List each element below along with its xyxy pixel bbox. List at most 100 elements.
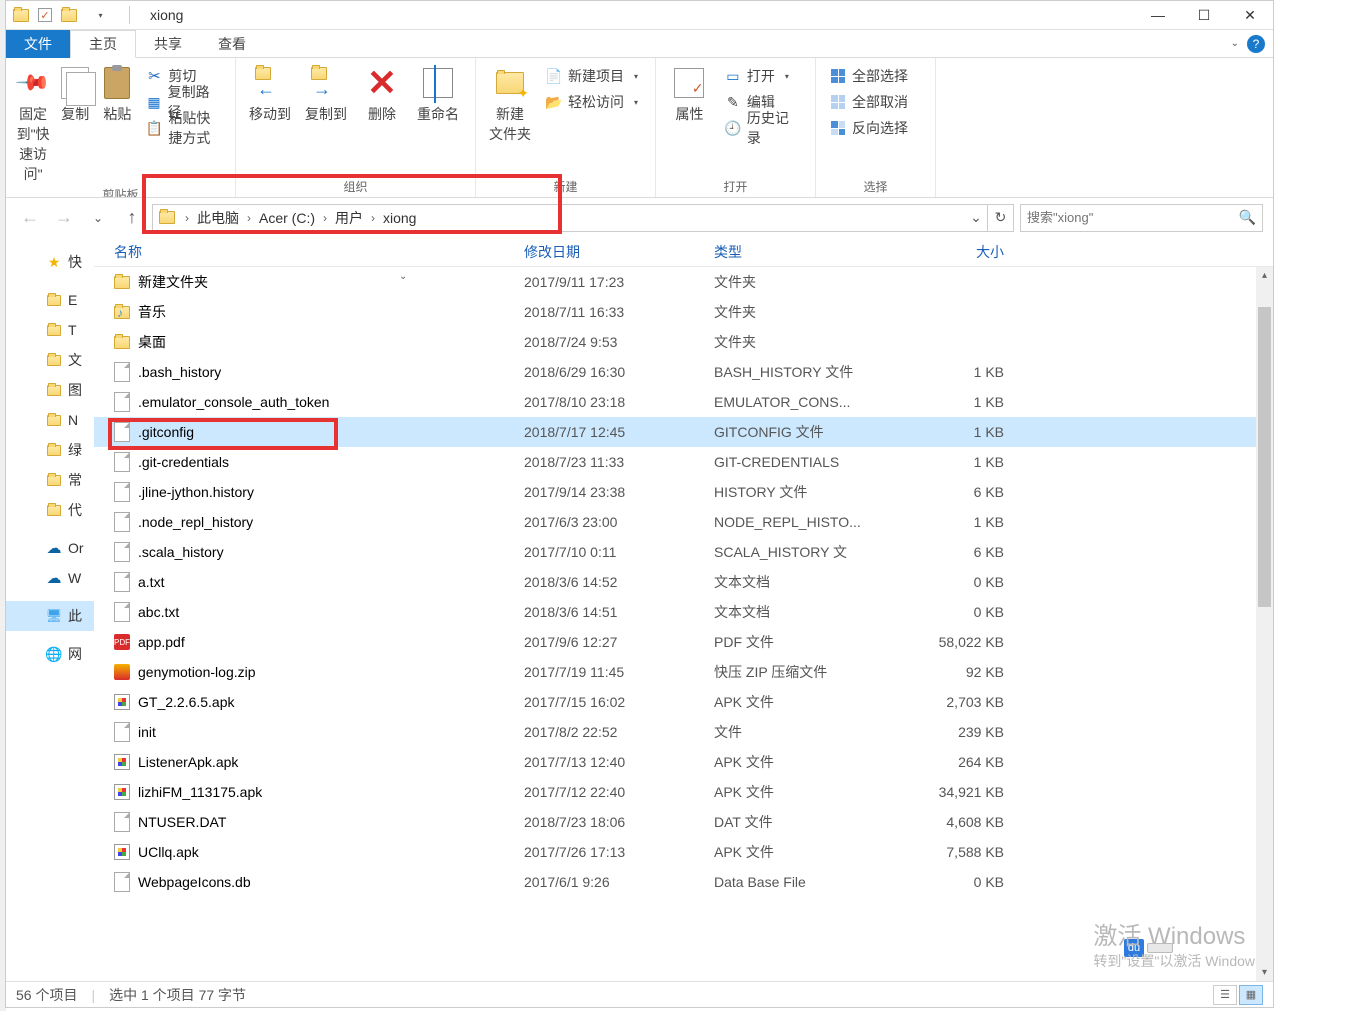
- file-row[interactable]: .git-credentials2018/7/23 11:33GIT-CREDE…: [94, 447, 1273, 477]
- newitem-button[interactable]: 📄新建项目▾: [540, 64, 644, 88]
- search-input[interactable]: [1027, 210, 1239, 225]
- file-row[interactable]: ♪音乐2018/7/11 16:33文件夹: [94, 297, 1273, 327]
- col-type[interactable]: 类型: [714, 242, 904, 262]
- file-row[interactable]: 桌面2018/7/24 9:53文件夹: [94, 327, 1273, 357]
- search-box[interactable]: 🔍: [1020, 204, 1263, 232]
- file-row[interactable]: .scala_history2017/7/10 0:11SCALA_HISTOR…: [94, 537, 1273, 567]
- scrollbar[interactable]: ▴ ▾: [1256, 267, 1273, 981]
- view-details-button[interactable]: ☰: [1213, 985, 1237, 1005]
- easyaccess-button[interactable]: 📂轻松访问▾: [540, 90, 644, 114]
- scroll-down-button[interactable]: ▾: [1256, 964, 1273, 981]
- breadcrumb-seg[interactable]: Acer (C:): [255, 210, 319, 226]
- ribbon-collapse[interactable]: ⌄: [1231, 38, 1239, 49]
- col-name[interactable]: 名称: [114, 242, 524, 262]
- sidebar-item[interactable]: 代: [6, 495, 94, 525]
- qa-checkbox[interactable]: ✓: [36, 6, 54, 24]
- sidebar-item[interactable]: ☁W: [6, 563, 94, 593]
- tab-file[interactable]: 文件: [6, 30, 70, 58]
- sidebar-item[interactable]: 🌐网: [6, 639, 94, 669]
- file-type: 文件夹: [714, 332, 904, 352]
- properties-button[interactable]: 属性: [664, 62, 715, 176]
- sidebar-item[interactable]: 常: [6, 465, 94, 495]
- back-button[interactable]: ←: [16, 204, 44, 232]
- file-name: 桌面: [138, 332, 166, 352]
- tab-home[interactable]: 主页: [70, 30, 136, 58]
- file-row[interactable]: .emulator_console_auth_token2017/8/10 23…: [94, 387, 1273, 417]
- sidebar-item[interactable]: 🖥此: [6, 601, 94, 631]
- chevron-right-icon[interactable]: ›: [367, 211, 379, 225]
- file-row[interactable]: .node_repl_history2017/6/3 23:00NODE_REP…: [94, 507, 1273, 537]
- file-icon: [114, 422, 130, 442]
- sidebar-item[interactable]: T: [6, 315, 94, 345]
- sidebar-item[interactable]: 绿: [6, 435, 94, 465]
- chevron-right-icon[interactable]: ›: [181, 211, 193, 225]
- open-button[interactable]: ▭打开▾: [719, 64, 807, 88]
- tab-share[interactable]: 共享: [136, 30, 200, 58]
- sidebar-item[interactable]: ★快: [6, 247, 94, 277]
- history-button[interactable]: 🕘历史记录: [719, 116, 807, 140]
- close-button[interactable]: ✕: [1227, 1, 1273, 30]
- file-row[interactable]: init2017/8/2 22:52文件239 KB: [94, 717, 1273, 747]
- file-row[interactable]: ListenerApk.apk2017/7/13 12:40APK 文件264 …: [94, 747, 1273, 777]
- scroll-up-button[interactable]: ▴: [1256, 267, 1273, 284]
- col-date[interactable]: 修改日期: [524, 242, 714, 262]
- baidu-badge[interactable]: du: [1124, 939, 1173, 957]
- recent-dropdown[interactable]: ⌄: [84, 204, 112, 232]
- file-row[interactable]: lizhiFM_113175.apk2017/7/12 22:40APK 文件3…: [94, 777, 1273, 807]
- copyto-button[interactable]: → 复制到: [300, 62, 352, 176]
- file-row[interactable]: a.txt2018/3/6 14:52文本文档0 KB: [94, 567, 1273, 597]
- rename-button[interactable]: 重命名: [412, 62, 464, 176]
- address-drop[interactable]: ⌄: [965, 209, 987, 226]
- file-row[interactable]: GT_2.2.6.5.apk2017/7/15 16:02APK 文件2,703…: [94, 687, 1273, 717]
- tab-view[interactable]: 查看: [200, 30, 264, 58]
- file-icon: [114, 542, 130, 562]
- qa-folder[interactable]: [60, 6, 78, 24]
- scroll-thumb[interactable]: [1258, 307, 1271, 607]
- help-icon[interactable]: ?: [1247, 35, 1265, 53]
- file-name: GT_2.2.6.5.apk: [138, 694, 235, 710]
- view-icons-button[interactable]: ▦: [1239, 985, 1263, 1005]
- app-icon[interactable]: [12, 6, 30, 24]
- file-row[interactable]: .gitconfig2018/7/17 12:45GITCONFIG 文件1 K…: [94, 417, 1273, 447]
- breadcrumb-seg[interactable]: 此电脑: [193, 208, 243, 228]
- delete-button[interactable]: ✕ 删除: [356, 62, 408, 176]
- file-icon: [114, 722, 130, 742]
- forward-button[interactable]: →: [50, 204, 78, 232]
- pastelink-button[interactable]: 📋粘贴快捷方式: [140, 116, 227, 140]
- file-row[interactable]: NTUSER.DAT2018/7/23 18:06DAT 文件4,608 KB: [94, 807, 1273, 837]
- breadcrumb-seg[interactable]: 用户: [331, 208, 367, 228]
- selectnone-button[interactable]: 全部取消: [824, 90, 914, 114]
- up-button[interactable]: ↑: [118, 204, 146, 232]
- file-row[interactable]: .bash_history2018/6/29 16:30BASH_HISTORY…: [94, 357, 1273, 387]
- refresh-button[interactable]: ↻: [988, 204, 1014, 232]
- sidebar-item[interactable]: E: [6, 285, 94, 315]
- file-row[interactable]: 新建文件夹2017/9/11 17:23文件夹: [94, 267, 1273, 297]
- moveto-button[interactable]: ← 移动到: [244, 62, 296, 176]
- sidebar-item[interactable]: 图: [6, 375, 94, 405]
- sidebar-item[interactable]: 文: [6, 345, 94, 375]
- file-row[interactable]: UCllq.apk2017/7/26 17:13APK 文件7,588 KB: [94, 837, 1273, 867]
- breadcrumb-seg[interactable]: xiong: [379, 210, 420, 226]
- chevron-right-icon[interactable]: ›: [319, 211, 331, 225]
- paste-button[interactable]: 粘贴: [98, 62, 136, 184]
- address-bar[interactable]: ›此电脑›Acer (C:)›用户›xiong ⌄: [152, 204, 988, 232]
- maximize-button[interactable]: ☐: [1181, 1, 1227, 30]
- chevron-right-icon[interactable]: ›: [243, 211, 255, 225]
- file-icon: [114, 362, 130, 382]
- sidebar-item[interactable]: N: [6, 405, 94, 435]
- file-name: init: [138, 724, 156, 740]
- file-row[interactable]: abc.txt2018/3/6 14:51文本文档0 KB: [94, 597, 1273, 627]
- file-row[interactable]: WebpageIcons.db2017/6/1 9:26Data Base Fi…: [94, 867, 1273, 897]
- sidebar-item[interactable]: ☁Or: [6, 533, 94, 563]
- newfolder-button[interactable]: ✦ 新建 文件夹: [484, 62, 536, 176]
- pin-quickaccess-button[interactable]: 📌 固定到"快 速访问": [14, 62, 52, 184]
- invert-button[interactable]: 反向选择: [824, 116, 914, 140]
- file-row[interactable]: .jline-jython.history2017/9/14 23:38HIST…: [94, 477, 1273, 507]
- col-size[interactable]: 大小: [904, 242, 1024, 262]
- qa-dropdown[interactable]: ▾: [84, 1, 117, 30]
- file-row[interactable]: genymotion-log.zip2017/7/19 11:45快压 ZIP …: [94, 657, 1273, 687]
- file-row[interactable]: PDFapp.pdf2017/9/6 12:27PDF 文件58,022 KB: [94, 627, 1273, 657]
- selectall-button[interactable]: 全部选择: [824, 64, 914, 88]
- minimize-button[interactable]: —: [1135, 1, 1181, 30]
- copy-button[interactable]: 复制: [56, 62, 94, 184]
